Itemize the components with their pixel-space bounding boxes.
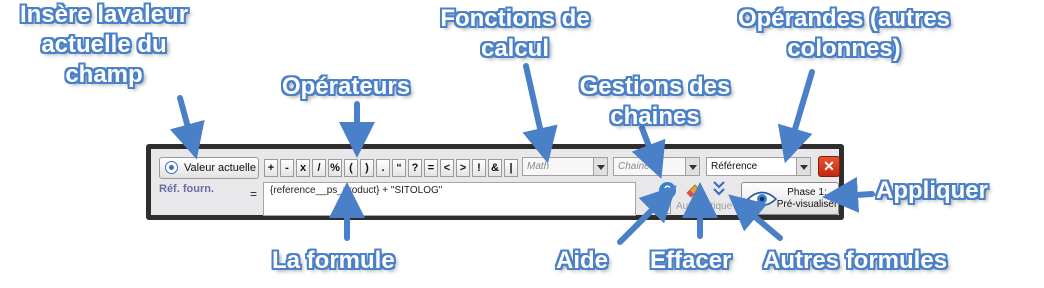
field-label: Réf. fourn. — [159, 183, 214, 195]
reference-combo[interactable]: Référence — [706, 157, 811, 176]
more-formulas-icon[interactable] — [711, 179, 727, 199]
callout-operandes: Opérandes (autres colonnes) — [737, 5, 951, 62]
formula-input[interactable]: {reference__ps_product} + "SITOLOG" — [263, 182, 636, 216]
operator-button-minus[interactable]: - — [280, 159, 294, 177]
operator-button-close-paren[interactable]: ) — [360, 159, 374, 177]
chevron-down-icon[interactable] — [593, 158, 607, 175]
operator-button-divide[interactable]: / — [312, 159, 326, 177]
operator-button-dot[interactable]: . — [376, 159, 390, 177]
preview-button[interactable]: Phase 1: Pré-visualiser — [741, 182, 839, 215]
arrow-insere — [169, 95, 205, 160]
callout-operateurs: Opérateurs — [282, 73, 411, 100]
operator-button-question[interactable]: ? — [408, 159, 422, 177]
arrow-operandes — [777, 69, 815, 164]
radio-icon — [165, 161, 178, 174]
callout-insere: Insère lavaleur actuelle du champ — [19, 1, 189, 88]
chevron-down-icon[interactable] — [796, 158, 810, 175]
formula-toolbar: Valeur actuelle + - x / % ( ) . “ ? = < … — [146, 144, 844, 220]
preview-line-1: Phase 1: — [787, 187, 827, 198]
operator-button-and[interactable]: & — [488, 159, 502, 177]
chaines-combo[interactable]: Chaines — [613, 157, 700, 176]
operator-button-percent[interactable]: % — [328, 159, 342, 177]
preview-line-2: Pré-visualiser — [776, 199, 838, 210]
preview-text: Phase 1: Pré-visualiser — [776, 187, 838, 211]
operator-button-equals[interactable]: = — [424, 159, 438, 177]
toolbar-body: Valeur actuelle + - x / % ( ) . “ ? = < … — [151, 149, 840, 216]
arrow-appliquer — [822, 176, 875, 213]
automatique-label: Automatique — [676, 201, 733, 212]
valeur-actuelle-button[interactable]: Valeur actuelle — [159, 157, 259, 179]
operator-button-not[interactable]: ! — [472, 159, 486, 177]
operator-button-greater[interactable]: > — [456, 159, 470, 177]
math-combo-value: Math — [527, 161, 550, 172]
chevron-down-icon[interactable] — [685, 158, 699, 175]
reference-combo-value: Référence — [711, 161, 758, 172]
callout-gestions: Gestions des chaines — [579, 73, 731, 130]
chaines-combo-value: Chaines — [618, 161, 655, 172]
callout-formule: La formule — [272, 247, 395, 274]
callout-effacer: Effacer — [650, 247, 732, 274]
arrow-fonctions — [522, 63, 558, 164]
operator-button-quote[interactable]: “ — [392, 159, 406, 177]
close-button[interactable]: ✕ — [818, 156, 840, 177]
callout-fonctions: Fonctions de calcul — [440, 5, 590, 62]
operator-button-multiply[interactable]: x — [296, 159, 310, 177]
help-icon[interactable]: ? — [659, 182, 676, 199]
operator-button-open-paren[interactable]: ( — [344, 159, 358, 177]
eraser-icon[interactable] — [686, 183, 701, 198]
callout-autres: Autres formules — [763, 247, 948, 274]
eye-icon — [746, 191, 778, 207]
math-combo[interactable]: Math — [522, 157, 608, 176]
operator-button-plus[interactable]: + — [264, 159, 278, 177]
automatique-checkbox[interactable] — [658, 201, 671, 214]
callout-aide: Aide — [556, 247, 609, 274]
callout-appliquer: Appliquer — [876, 177, 988, 204]
operator-buttons: + - x / % ( ) . “ ? = < > ! & | — [264, 157, 520, 179]
equals-sign: = — [250, 187, 258, 201]
operator-button-less[interactable]: < — [440, 159, 454, 177]
valeur-actuelle-label: Valeur actuelle — [184, 162, 256, 174]
operator-button-or[interactable]: | — [504, 159, 518, 177]
